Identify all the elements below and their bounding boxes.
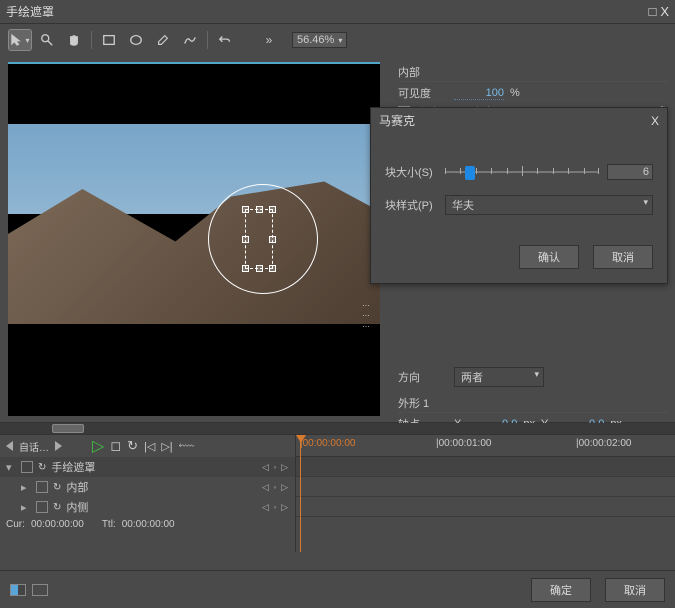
dialog-title: 马赛克 xyxy=(379,112,415,129)
track-name: 内部 xyxy=(66,479,88,495)
dialog-cancel-button[interactable]: 取消 xyxy=(593,245,653,269)
dialog-ok-button[interactable]: 确认 xyxy=(519,245,579,269)
track-select[interactable]: 自话… xyxy=(19,439,49,454)
slider-handle[interactable] xyxy=(465,166,475,180)
ok-button[interactable]: 确定 xyxy=(531,578,591,602)
playhead[interactable] xyxy=(300,435,301,552)
freehand-tool[interactable] xyxy=(178,29,202,51)
loop-small-icon[interactable]: ↻ xyxy=(38,462,46,473)
direction-label: 方向 xyxy=(398,369,448,385)
keyframe-nav[interactable]: ◁ ◦ ▷ xyxy=(262,482,289,493)
preview-pane: ……… xyxy=(0,56,390,422)
timeline-scrollbar[interactable] xyxy=(0,423,675,435)
inner-group-header: 内部 xyxy=(398,64,667,82)
cur-time: 00:00:00:00 xyxy=(31,519,84,530)
loop-icon[interactable]: ↻ xyxy=(127,438,138,454)
zoom-tool[interactable] xyxy=(35,29,59,51)
mosaic-dialog: 马赛克 X 块大小(S) 块样式(P) 华夫 确认 取消 xyxy=(370,107,668,284)
expand-tool[interactable]: » xyxy=(257,29,281,51)
timeline-tracks[interactable]: |00:00:00:00 |00:00:01:00 |00:00:02:00 xyxy=(296,435,675,552)
time-ruler[interactable]: |00:00:00:00 |00:00:01:00 |00:00:02:00 xyxy=(296,435,675,457)
block-style-dropdown[interactable]: 华夫 xyxy=(445,195,653,215)
mark-in-icon[interactable]: ◻ xyxy=(110,438,121,454)
time-2: |00:00:02:00 xyxy=(576,438,631,449)
expand-icon[interactable]: ▸ xyxy=(21,501,31,514)
cancel-button[interactable]: 取消 xyxy=(605,578,665,602)
track-name: 手绘遮罩 xyxy=(51,459,95,475)
separator xyxy=(91,31,92,49)
maximize-icon[interactable]: □ xyxy=(648,4,656,19)
direction-dropdown[interactable]: 两者 xyxy=(454,367,544,387)
scrollbar-thumb[interactable] xyxy=(52,424,84,433)
keyframe-nav[interactable]: ◁ ◦ ▷ xyxy=(262,502,289,513)
loop-small-icon[interactable]: ↻ xyxy=(53,482,61,493)
track-checkbox[interactable] xyxy=(36,501,48,513)
rect-selection[interactable] xyxy=(245,209,273,269)
track-name: 内侧 xyxy=(66,499,88,515)
toolbar: ▾ » 56.46%▾ xyxy=(0,24,675,56)
visibility-unit: % xyxy=(510,87,520,99)
prev-kf-icon[interactable]: |◁ xyxy=(144,440,155,453)
time-1: |00:00:01:00 xyxy=(436,438,491,449)
timeline-panel: 自话… ▷ ◻ ↻ |◁ ▷| ⬳ ▾ ↻ 手绘遮罩 ◁ ◦ ▷ ▸ ↻ xyxy=(0,422,675,552)
block-style-label: 块样式(P) xyxy=(385,197,437,213)
shape-group-header: 外形 1 xyxy=(398,395,667,413)
block-size-input[interactable] xyxy=(607,164,653,180)
separator xyxy=(207,31,208,49)
expand-icon[interactable]: ▾ xyxy=(6,461,16,474)
ttl-time: 00:00:00:00 xyxy=(122,519,175,530)
window-title: 手绘遮罩 xyxy=(6,3,54,20)
visibility-value[interactable]: 100 xyxy=(454,87,504,100)
close-icon[interactable]: X xyxy=(660,4,669,19)
track-checkbox[interactable] xyxy=(21,461,33,473)
hand-tool[interactable] xyxy=(62,29,86,51)
time-0: |00:00:00:00 xyxy=(300,438,355,449)
ttl-label: Ttl: xyxy=(102,519,116,530)
prev-icon[interactable] xyxy=(6,441,13,451)
block-size-slider[interactable] xyxy=(445,163,599,181)
layout-toggle-2[interactable] xyxy=(32,584,48,596)
play-button[interactable]: ▷ xyxy=(92,436,104,456)
pointer-tool[interactable]: ▾ xyxy=(8,29,32,51)
next-kf-icon[interactable]: ▷| xyxy=(161,440,172,453)
zoom-value: 56.46% xyxy=(297,34,334,46)
undo-tool[interactable] xyxy=(213,29,237,51)
pen-tool[interactable] xyxy=(151,29,175,51)
zoom-input[interactable]: 56.46%▾ xyxy=(292,32,347,48)
preview-image: ……… xyxy=(8,124,380,344)
block-style-value: 华夫 xyxy=(452,200,474,212)
direction-value: 两者 xyxy=(461,372,483,384)
bottom-bar: 确定 取消 xyxy=(0,570,675,608)
keyframe-nav[interactable]: ◁ ◦ ▷ xyxy=(262,462,289,473)
rectangle-tool[interactable] xyxy=(97,29,121,51)
curve-icon[interactable]: ⬳ xyxy=(179,440,195,453)
block-size-label: 块大小(S) xyxy=(385,164,437,180)
layout-toggle-1[interactable] xyxy=(10,584,26,596)
cur-label: Cur: xyxy=(6,519,25,530)
next-icon[interactable] xyxy=(55,441,62,451)
expand-icon[interactable]: ▸ xyxy=(21,481,31,494)
visibility-label: 可见度 xyxy=(398,85,448,101)
preview-canvas[interactable]: ……… xyxy=(8,62,380,416)
loop-small-icon[interactable]: ↻ xyxy=(53,502,61,513)
track-checkbox[interactable] xyxy=(36,481,48,493)
ellipse-tool[interactable] xyxy=(124,29,148,51)
dialog-close-icon[interactable]: X xyxy=(651,114,659,128)
